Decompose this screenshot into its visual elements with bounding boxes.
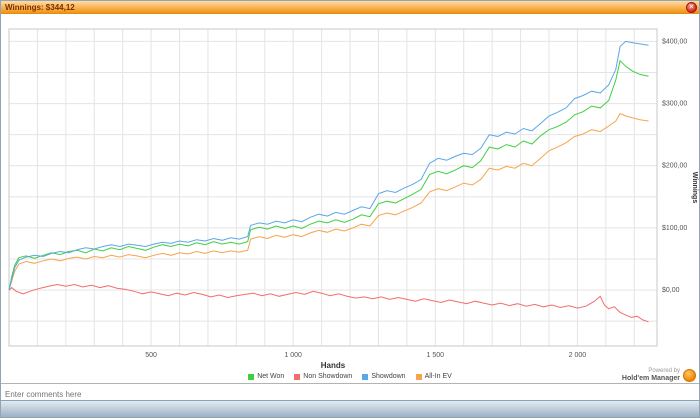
legend-item-non-showdown: Non Showdown <box>294 373 352 380</box>
y-tick-label: $300,00 <box>662 101 687 108</box>
x-tick-label: 500 <box>145 352 157 359</box>
powered-by-line: Powered by <box>648 368 680 374</box>
window-title: Winnings: $344,12 <box>5 2 75 12</box>
legend-label: All-In EV <box>424 373 452 380</box>
x-tick-label: 2 000 <box>569 352 587 359</box>
legend-item-all-in-ev: All-In EV <box>415 373 452 380</box>
legend-label: Showdown <box>371 373 406 380</box>
y-axis-label: Winnings <box>691 172 698 204</box>
titlebar: Winnings: $344,12 ✕ <box>1 1 699 14</box>
y-tick-label: $100,00 <box>662 225 687 232</box>
close-icon[interactable]: ✕ <box>686 2 697 13</box>
y-tick-label: $400,00 <box>662 38 687 45</box>
holdem-manager-logo-icon <box>683 368 696 382</box>
legend-item-net-won: Net Won <box>248 373 284 380</box>
showdown-swatch-icon <box>362 373 369 380</box>
legend-label: Non Showdown <box>303 373 353 380</box>
legend-label: Net Won <box>257 373 285 380</box>
comments-bar <box>1 383 699 403</box>
all-in-ev-swatch-icon <box>415 373 422 380</box>
x-tick-label: 1 000 <box>284 352 302 359</box>
plot-border <box>8 28 658 347</box>
series-line-all-in-ev <box>8 112 649 291</box>
holdem-manager-brand: Hold'em Manager <box>621 375 680 382</box>
y-tick-label: $200,00 <box>662 163 687 170</box>
winnings-chart: 500 1 000 1 500 2 000 Hands $0,00 $100,00 $200,… <box>8 28 698 369</box>
powered-by-text: Powered by Hold'em Manager <box>622 368 680 382</box>
non-showdown-swatch-icon <box>294 373 301 380</box>
net-won-swatch-icon <box>248 373 255 380</box>
y-tick-label: $0,00 <box>662 287 680 294</box>
status-bar <box>1 400 699 417</box>
powered-by: Powered by Hold'em Manager <box>622 367 696 383</box>
series-line-net-won <box>8 59 649 291</box>
chart-legend: Net Won Non Showdown Showdown All-In EV <box>1 370 699 383</box>
winnings-graph-window: Winnings: $344,12 ✕ 500 1 000 1 500 2 000 Ha… <box>0 0 700 418</box>
legend-item-showdown: Showdown <box>362 373 406 380</box>
x-axis-label: Hands <box>321 361 346 369</box>
x-tick-label: 1 500 <box>427 352 445 359</box>
